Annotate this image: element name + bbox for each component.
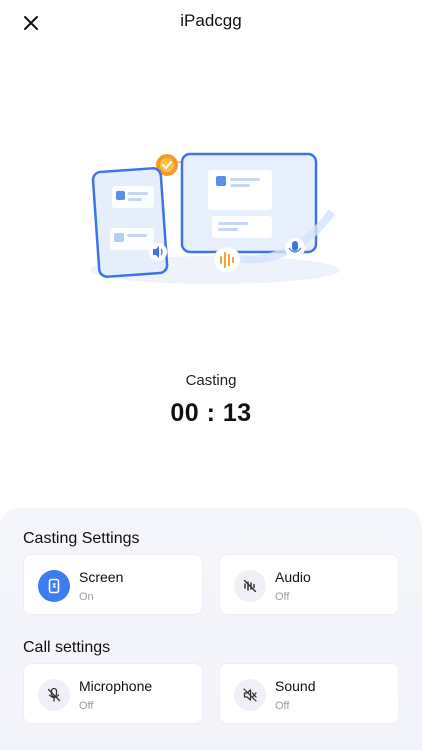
audio-state: Off (275, 591, 290, 603)
microphone-state: Off (79, 700, 94, 712)
call-settings-title: Call settings (23, 639, 111, 656)
sound-toggle[interactable]: Sound Off (219, 663, 399, 724)
audio-off-icon (234, 570, 266, 602)
header: iPadcgg (0, 0, 422, 46)
screen-label: Screen (79, 569, 124, 585)
audio-toggle[interactable]: Audio Off (219, 554, 399, 615)
page-title: iPadcgg (180, 11, 242, 30)
casting-status: Casting (185, 372, 237, 389)
screen-toggle[interactable]: Screen On (23, 554, 203, 615)
audio-label: Audio (275, 569, 311, 585)
microphone-off-icon (38, 679, 70, 711)
mic-icon (285, 238, 305, 258)
sound-off-icon (234, 679, 266, 711)
casting-settings-title: Casting Settings (23, 530, 140, 547)
casting-timer: 00 : 13 (170, 399, 252, 427)
settings-panel: Casting Settings Screen On Audio Off Cal… (0, 508, 422, 750)
microphone-label: Microphone (79, 678, 153, 694)
sound-state: Off (275, 700, 290, 712)
monitor-device-icon (180, 152, 318, 254)
waveform-icon (213, 246, 241, 274)
sound-label: Sound (275, 678, 316, 694)
screen-state: On (79, 591, 94, 603)
speaker-icon (149, 243, 167, 261)
microphone-toggle[interactable]: Microphone Off (23, 663, 203, 724)
casting-illustration (80, 140, 342, 300)
screen-icon (38, 570, 70, 602)
